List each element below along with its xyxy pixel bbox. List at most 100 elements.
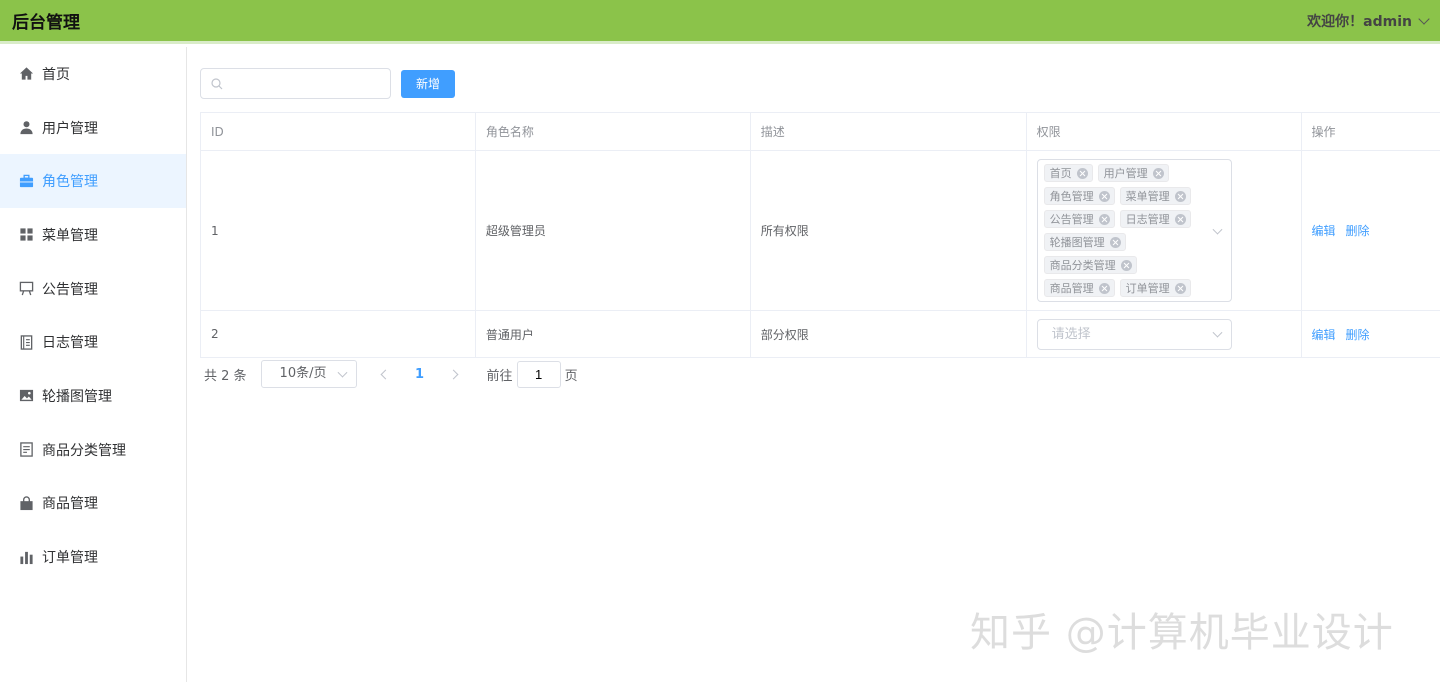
column-header-permissions: 权限 [1025,112,1302,151]
delete-link[interactable]: 删除 [1346,224,1370,238]
sidebar-item-label: 用户管理 [42,120,98,137]
watermark: 知乎 @计算机毕业设计 [970,610,1394,656]
brand-title: 后台管理 [12,13,80,33]
user-menu[interactable]: 欢迎你！admin [1307,11,1430,31]
sidebar-item-home[interactable]: 首页 [0,47,186,101]
column-header-name: 角色名称 [474,112,751,151]
goto-page-input[interactable] [516,360,561,388]
table-header-row: ID 角色名称 描述 权限 操作 [200,112,1440,151]
close-icon[interactable] [1174,213,1186,225]
sidebar-item-label: 角色管理 [42,174,98,191]
greeting-text: 欢迎你！admin [1307,13,1412,30]
chevron-right-icon [448,369,459,379]
cell-actions: 编辑 删除 [1300,150,1440,311]
tag-label: 日志管理 [1125,213,1170,226]
edit-link[interactable]: 编辑 [1312,328,1336,342]
grid-icon [19,227,34,242]
chevron-down-icon [1212,224,1223,235]
cell-permissions: 首页 用户管理 角色管理 菜单管理 公告管理 日志管理 轮播图管理 商品分类管理… [1025,150,1302,311]
cell-desc: 部分权限 [749,310,1027,358]
permission-tag: 轮播图管理 [1043,233,1126,251]
sidebar-item-label: 菜单管理 [42,227,98,244]
close-icon[interactable] [1098,282,1110,294]
sidebar-item-menus[interactable]: 菜单管理 [0,208,186,262]
sidebar-item-label: 商品分类管理 [42,442,126,459]
prev-page-button[interactable] [371,360,401,388]
top-header: 后台管理 欢迎你！admin [0,0,1440,44]
select-placeholder: 请选择 [1051,326,1091,342]
close-icon[interactable] [1098,213,1110,225]
sidebar-item-label: 首页 [42,66,70,83]
permission-tag: 日志管理 [1119,210,1191,228]
sidebar-item-users[interactable]: 用户管理 [0,101,186,155]
cell-name: 普通用户 [474,310,751,358]
next-page-button[interactable] [439,360,469,388]
sidebar-item-carousel[interactable]: 轮播图管理 [0,369,186,423]
permission-tag: 公告管理 [1043,210,1115,228]
sidebar-item-products[interactable]: 商品管理 [0,477,186,531]
delete-link[interactable]: 删除 [1346,328,1370,342]
sidebar-item-logs[interactable]: 日志管理 [0,315,186,369]
permission-multiselect[interactable]: 首页 用户管理 角色管理 菜单管理 公告管理 日志管理 轮播图管理 商品分类管理… [1036,159,1232,302]
sidebar-item-categories[interactable]: 商品分类管理 [0,423,186,477]
close-icon[interactable] [1120,259,1132,271]
page-number[interactable]: 1 [405,367,435,382]
close-icon[interactable] [1152,167,1164,179]
goto-prefix: 前往 [486,368,513,384]
pagination: 共 2 条 10条/页 1 前往 页 [204,360,578,388]
chevron-left-icon [380,369,391,379]
tag-label: 轮播图管理 [1049,236,1105,249]
close-icon[interactable] [1174,190,1186,202]
permission-tag: 商品分类管理 [1043,256,1137,274]
tag-label: 角色管理 [1049,190,1094,203]
column-header-actions: 操作 [1300,112,1440,151]
chevron-down-icon [337,367,347,378]
permission-select[interactable]: 请选择 [1036,318,1232,350]
permission-tag: 菜单管理 [1119,187,1191,205]
permission-tag: 角色管理 [1043,187,1115,205]
search-icon [211,77,223,89]
chevron-down-icon [1418,12,1430,25]
permission-tag: 订单管理 [1119,279,1191,297]
table-row: 2 普通用户 部分权限 请选择 编辑 删除 [200,310,1440,358]
edit-link[interactable]: 编辑 [1312,224,1336,238]
cell-name: 超级管理员 [474,150,751,311]
pagination-total: 共 2 条 [204,368,247,384]
sidebar-item-label: 轮播图管理 [42,388,112,405]
page-size-select[interactable]: 10条/页 [260,360,357,388]
picture-icon [19,388,34,403]
goto-suffix: 页 [564,368,578,384]
sidebar-item-label: 商品管理 [42,496,98,513]
sidebar: 首页 用户管理 角色管理 菜单管理 公告管理 日志管理 轮播图管理 商品分类管理… [0,47,187,682]
home-icon [19,66,34,81]
tag-label: 商品管理 [1049,282,1094,295]
search-box[interactable] [200,68,391,99]
page-size-value: 10条/页 [279,366,327,381]
column-header-desc: 描述 [749,112,1027,151]
tag-label: 商品分类管理 [1049,259,1116,272]
shopping-bag-icon [19,496,34,511]
notebook-icon [19,335,34,350]
cell-id: 1 [200,150,476,311]
column-header-id: ID [200,112,476,151]
easel-icon [19,281,34,296]
sidebar-item-roles[interactable]: 角色管理 [0,154,186,209]
toolbar: 新增 [200,68,455,99]
sidebar-item-notices[interactable]: 公告管理 [0,262,186,316]
cell-actions: 编辑 删除 [1300,310,1440,358]
table-row: 1 超级管理员 所有权限 首页 用户管理 角色管理 菜单管理 公告管理 日志管理… [200,150,1440,311]
permission-tag: 商品管理 [1043,279,1115,297]
search-input[interactable] [229,70,389,97]
close-icon[interactable] [1076,167,1088,179]
close-icon[interactable] [1098,190,1110,202]
tag-label: 菜单管理 [1125,190,1170,203]
briefcase-icon [19,174,34,189]
goto-page: 前往 页 [486,360,578,388]
close-icon[interactable] [1109,236,1121,248]
sidebar-item-label: 日志管理 [42,335,98,352]
sidebar-item-orders[interactable]: 订单管理 [0,530,186,584]
add-button[interactable]: 新增 [401,69,455,98]
user-icon [19,120,34,135]
close-icon[interactable] [1174,282,1186,294]
tag-label: 用户管理 [1103,167,1148,180]
